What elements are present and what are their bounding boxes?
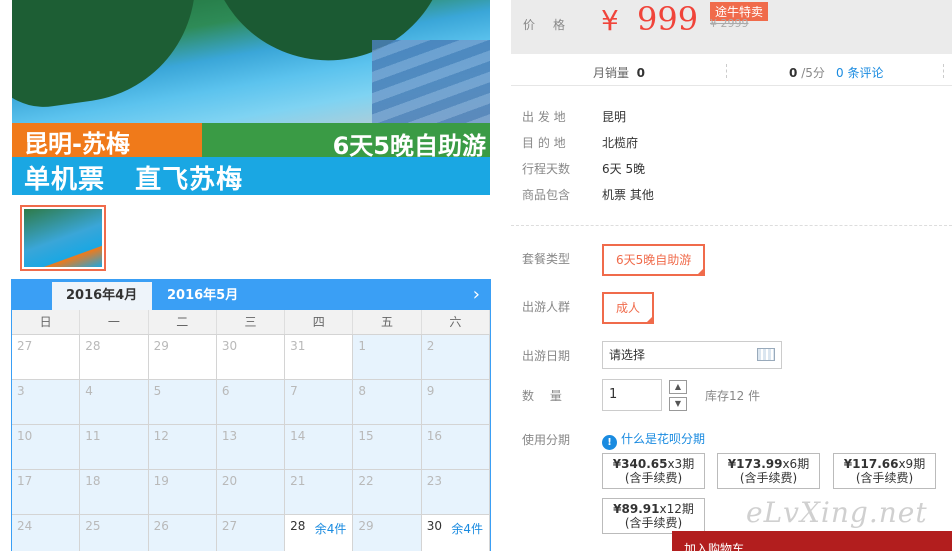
calendar-day: 27 — [216, 514, 286, 551]
info-value: 昆明 — [602, 110, 627, 124]
calendar-day[interactable]: 30余4件¥999 — [421, 514, 490, 551]
check-icon: ✓ — [646, 316, 653, 324]
weekday-header: 日一二三四五六 — [12, 310, 490, 334]
travel-date-input[interactable]: 请选择 — [602, 341, 782, 369]
weekday-label: 五 — [353, 310, 422, 334]
gallery-thumbnail[interactable] — [20, 205, 106, 271]
remaining-count: 余4件 — [314, 522, 347, 536]
calendar-day: 20 — [216, 469, 286, 514]
info-value: 机票 其他 — [602, 188, 654, 202]
increment-icon[interactable]: ▲ — [669, 380, 687, 394]
product-hero-image: 昆明-苏梅 6天5晚自助游 单机票 直飞苏梅 — [12, 0, 490, 195]
calendar-day: 4 — [80, 379, 149, 424]
package-option-chip[interactable]: 6天5晚自助游 ✓ — [602, 244, 706, 276]
weekday-label: 二 — [149, 310, 217, 334]
info-value: 6天 5晚 — [602, 162, 646, 176]
info-key: 商品包含 — [522, 188, 571, 202]
installment-option[interactable]: ¥173.99x6期 (含手续费) — [717, 453, 820, 489]
installment-option[interactable]: ¥89.91x12期 (含手续费) — [602, 498, 705, 534]
calendar-day: 29 — [148, 334, 217, 379]
calendar-day: 17 — [12, 469, 81, 514]
calendar-day: 5 — [148, 379, 217, 424]
travel-date-label: 出游日期 — [522, 349, 571, 363]
weekday-label: 一 — [80, 310, 149, 334]
calendar-day: 16 — [421, 424, 490, 469]
weekday-label: 六 — [422, 310, 490, 334]
quantity-input[interactable]: 1 — [602, 379, 662, 411]
departure-calendar: 2016年4月 2016年5月 › 日一二三四五六 27 28 29 30 31 1 2 3 4… — [11, 279, 491, 551]
hero-title-duration: 6天5晚自助游 — [332, 132, 486, 160]
calendar-day: 30 — [216, 334, 286, 379]
info-key: 目 的 地 — [522, 136, 566, 150]
calendar-day: 11 — [80, 424, 149, 469]
weekday-label: 四 — [285, 310, 354, 334]
question-icon: ! — [602, 435, 617, 450]
reviews-link[interactable]: 0 条评论 — [836, 64, 883, 81]
huabei-help-link[interactable]: ! 什么是花呗分期 — [602, 430, 705, 450]
monthly-sales: 月销量 0 — [593, 66, 646, 80]
sales-stats: 月销量 0 0 /5分 0 条评论 — [511, 58, 952, 86]
calendar-icon[interactable] — [757, 348, 775, 361]
calendar-day: 13 — [216, 424, 286, 469]
calendar-day: 6 — [216, 379, 286, 424]
installment-label: 使用分期 — [522, 433, 571, 447]
calendar-day: 19 — [148, 469, 217, 514]
calendar-day: 7 — [285, 379, 354, 424]
calendar-day: 12 — [148, 424, 217, 469]
weekday-label: 三 — [217, 310, 286, 334]
calendar-day: 22 — [353, 469, 422, 514]
calendar-day: 23 — [421, 469, 490, 514]
add-to-cart-button[interactable]: 加入购物车 — [672, 531, 952, 551]
calendar-day[interactable]: 28余4件¥999 — [285, 514, 354, 551]
hero-subtitle: 单机票 直飞苏梅 — [24, 165, 244, 195]
price-panel: 价格 ¥ 999 途牛特卖 ¥ 2999 — [511, 0, 952, 54]
info-key: 行程天数 — [522, 162, 571, 176]
calendar-day: 25 — [80, 514, 149, 551]
calendar-day: 3 — [12, 379, 81, 424]
decrement-icon[interactable]: ▼ — [669, 397, 687, 411]
calendar-day: 1 — [353, 334, 422, 379]
calendar-day: 2 — [421, 334, 490, 379]
calendar-day: 24 — [12, 514, 81, 551]
next-month-arrow-icon[interactable]: › — [473, 284, 480, 305]
installment-option[interactable]: ¥117.66x9期 (含手续费) — [833, 453, 936, 489]
calendar-day: 14 — [285, 424, 354, 469]
rating-score: 0 /5分 — [789, 66, 825, 80]
traveler-option-chip[interactable]: 成人 ✓ — [602, 292, 655, 324]
original-price: ¥ 2999 — [710, 17, 749, 30]
product-page: 昆明-苏梅 6天5晚自助游 单机票 直飞苏梅 2016年4月 2016年5月 ›… — [0, 0, 952, 551]
installment-option[interactable]: ¥340.65x3期 (含手续费) — [602, 453, 705, 489]
calendar-days: 27 28 29 30 31 1 2 3 4 5 6 7 8 9 10 11 12 13 14 15 16 17 18 19 2… — [12, 334, 490, 551]
calendar-day: 15 — [353, 424, 422, 469]
remaining-count: 余4件 — [451, 522, 483, 536]
calendar-day: 10 — [12, 424, 81, 469]
price-label: 价格 — [523, 18, 584, 32]
watermark: eLvXing.net — [746, 496, 928, 529]
package-type-label: 套餐类型 — [522, 252, 571, 266]
info-value: 北榄府 — [602, 136, 639, 150]
calendar-day: 31 — [285, 334, 354, 379]
stock-count: 库存12 件 — [705, 389, 761, 403]
quantity-label: 数 量 — [522, 389, 562, 403]
calendar-day: 27 — [12, 334, 81, 379]
tab-next-month[interactable]: 2016年5月 — [153, 282, 252, 310]
tab-current-month[interactable]: 2016年4月 — [52, 282, 152, 310]
calendar-day: 18 — [80, 469, 149, 514]
calendar-day: 28 — [80, 334, 149, 379]
price-value: 999 — [637, 0, 699, 38]
calendar-day: 21 — [285, 469, 354, 514]
hero-title-route: 昆明-苏梅 — [24, 130, 130, 158]
calendar-day: 9 — [421, 379, 490, 424]
traveler-type-label: 出游人群 — [522, 300, 571, 314]
check-icon: ✓ — [697, 268, 704, 276]
price-currency: ¥ — [601, 4, 619, 37]
weekday-label: 日 — [12, 310, 81, 334]
calendar-day: 26 — [148, 514, 217, 551]
info-key: 出 发 地 — [522, 110, 566, 124]
calendar-day: 29 — [353, 514, 422, 551]
calendar-day: 8 — [353, 379, 422, 424]
